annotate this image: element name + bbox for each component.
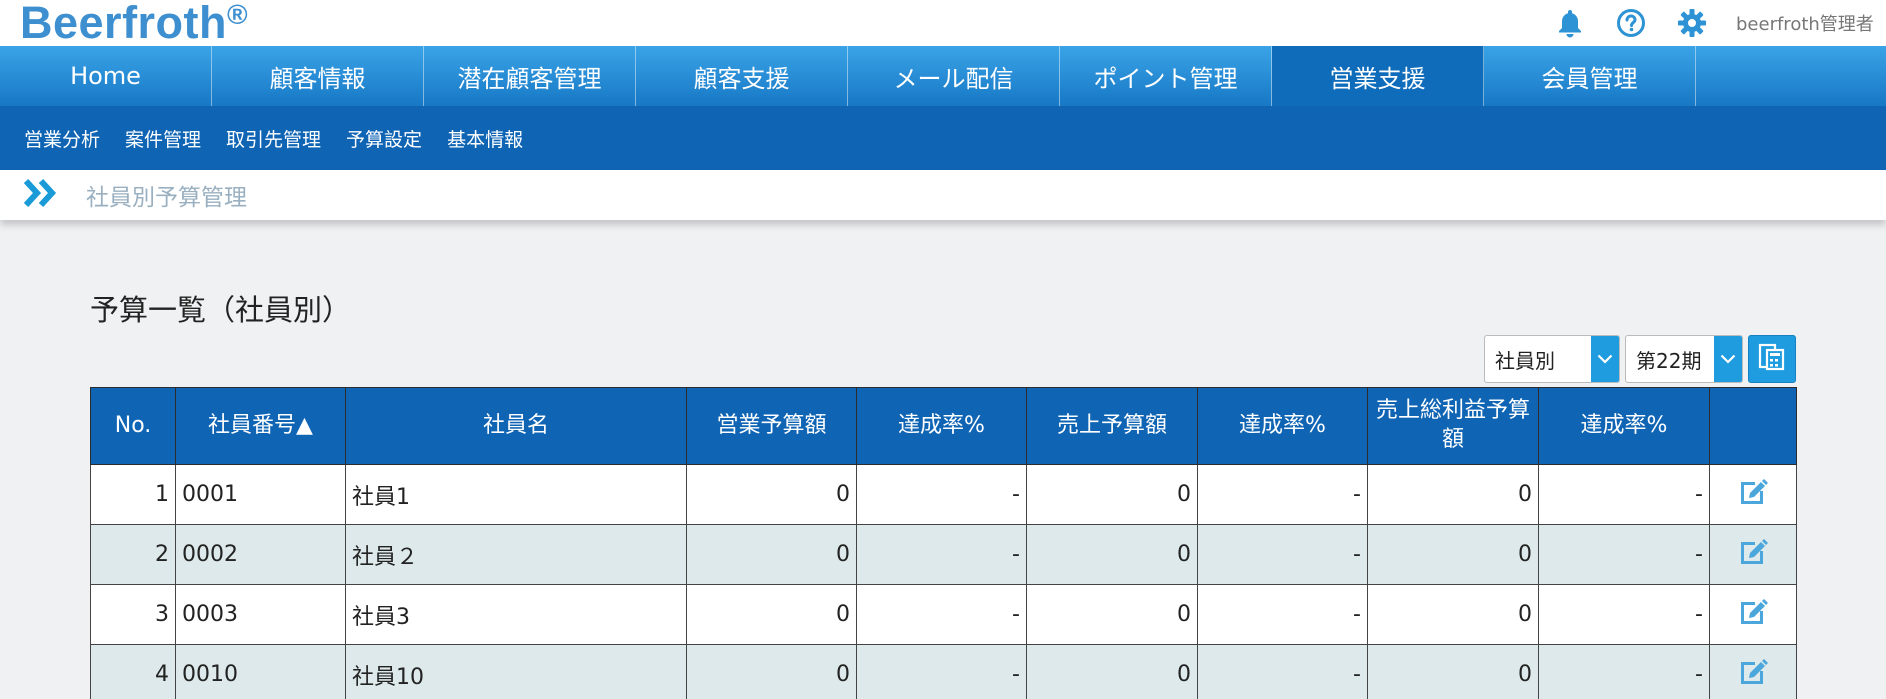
col-employee-name[interactable]: 社員名 [345,387,687,465]
edit-icon[interactable] [1737,596,1769,634]
cell-rate-3: - [1538,464,1710,525]
cell-sales-budget: 0 [686,464,857,525]
cell-revenue-budget: 0 [1026,524,1198,585]
subnav-budget-settings[interactable]: 予算設定 [346,125,422,152]
cell-rate-3: - [1538,584,1710,645]
top-bar: Beerfroth® beerfroth管理者 [0,0,1886,46]
cell-employee-number: 0002 [175,524,346,585]
table-row[interactable]: 4 0010 社員10 0 - 0 - 0 - [90,644,1797,699]
budget-table: No. 社員番号▲ 社員名 営業予算額 達成率% 売上予算額 達成率% 売上総利… [90,387,1797,699]
col-achievement-rate-2[interactable]: 達成率% [1197,387,1368,465]
edit-cell [1709,644,1797,699]
nav-customer-support[interactable]: 顧客支援 [636,46,848,106]
calculator-button[interactable] [1748,335,1796,383]
view-type-select[interactable]: 社員別 [1484,335,1620,383]
col-achievement-rate-3[interactable]: 達成率% [1538,387,1710,465]
nav-mail-delivery[interactable]: メール配信 [848,46,1060,106]
edit-icon[interactable] [1737,476,1769,514]
cell-sales-budget: 0 [686,644,857,699]
col-employee-number[interactable]: 社員番号▲ [175,387,346,465]
edit-cell [1709,464,1797,525]
table-row[interactable]: 2 0002 社員２ 0 - 0 - 0 - [90,524,1797,585]
cell-rate-2: - [1197,524,1368,585]
cell-rate-2: - [1197,644,1368,699]
cell-rate-1: - [856,524,1027,585]
cell-employee-name: 社員1 [345,464,687,525]
bell-icon[interactable] [1553,6,1587,40]
subnav-client-management[interactable]: 取引先管理 [226,125,321,152]
sub-nav: 営業分析 案件管理 取引先管理 予算設定 基本情報 [0,106,1886,170]
gear-icon[interactable] [1675,6,1709,40]
page-title: 社員別予算管理 [86,185,247,211]
table-header-row: No. 社員番号▲ 社員名 営業予算額 達成率% 売上予算額 達成率% 売上総利… [90,387,1797,465]
cell-employee-number: 0010 [175,644,346,699]
edit-cell [1709,524,1797,585]
cell-gross-profit-budget: 0 [1367,584,1539,645]
cell-no: 1 [90,464,176,525]
section-title: 予算一覧（社員別） [90,293,352,327]
cell-rate-2: - [1197,584,1368,645]
cell-rate-1: - [856,644,1027,699]
cell-employee-name: 社員3 [345,584,687,645]
user-name[interactable]: beerfroth管理者 [1736,10,1886,36]
subnav-basic-info[interactable]: 基本情報 [447,125,523,152]
table-row[interactable]: 3 0003 社員3 0 - 0 - 0 - [90,584,1797,645]
cell-gross-profit-budget: 0 [1367,644,1539,699]
breadcrumb: 社員別予算管理 [0,170,1886,220]
cell-rate-1: - [856,464,1027,525]
edit-icon[interactable] [1737,536,1769,574]
nav-member-management[interactable]: 会員管理 [1484,46,1696,106]
cell-rate-2: - [1197,464,1368,525]
cell-no: 3 [90,584,176,645]
filter-controls: 社員別 第22期 [1484,335,1796,383]
cell-employee-name: 社員２ [345,524,687,585]
cell-rate-1: - [856,584,1027,645]
cell-gross-profit-budget: 0 [1367,464,1539,525]
col-gross-profit-budget[interactable]: 売上総利益予算額 [1367,387,1539,465]
chevron-down-icon [1714,336,1742,382]
subnav-deal-management[interactable]: 案件管理 [125,125,201,152]
calculator-icon [1758,343,1786,375]
nav-customer-info[interactable]: 顧客情報 [212,46,424,106]
view-type-value: 社員別 [1495,348,1555,373]
cell-revenue-budget: 0 [1026,584,1198,645]
period-select[interactable]: 第22期 [1625,335,1743,383]
nav-home[interactable]: Home [0,46,212,106]
subnav-sales-analysis[interactable]: 営業分析 [24,125,100,152]
nav-prospect-management[interactable]: 潜在顧客管理 [424,46,636,106]
top-icons: beerfroth管理者 [1526,0,1886,46]
col-revenue-budget[interactable]: 売上予算額 [1026,387,1198,465]
col-achievement-rate-1[interactable]: 達成率% [856,387,1027,465]
table-row[interactable]: 1 0001 社員1 0 - 0 - 0 - [90,464,1797,525]
col-edit [1709,387,1797,465]
cell-employee-name: 社員10 [345,644,687,699]
cell-revenue-budget: 0 [1026,464,1198,525]
cell-sales-budget: 0 [686,524,857,585]
cell-revenue-budget: 0 [1026,644,1198,699]
cell-employee-number: 0003 [175,584,346,645]
help-icon[interactable] [1614,6,1648,40]
double-chevron-right-icon [23,178,60,212]
cell-rate-3: - [1538,644,1710,699]
period-value: 第22期 [1636,348,1702,373]
cell-employee-number: 0001 [175,464,346,525]
chevron-down-icon [1591,336,1619,382]
nav-sales-support[interactable]: 営業支援 [1272,46,1484,106]
main-nav: Home 顧客情報 潜在顧客管理 顧客支援 メール配信 ポイント管理 営業支援 … [0,46,1886,106]
col-sales-budget[interactable]: 営業予算額 [686,387,857,465]
cell-sales-budget: 0 [686,584,857,645]
cell-rate-3: - [1538,524,1710,585]
app-logo[interactable]: Beerfroth® [20,0,248,46]
edit-cell [1709,584,1797,645]
col-no[interactable]: No. [90,387,176,465]
cell-no: 4 [90,644,176,699]
cell-gross-profit-budget: 0 [1367,524,1539,585]
cell-no: 2 [90,524,176,585]
edit-icon[interactable] [1737,656,1769,694]
nav-point-management[interactable]: ポイント管理 [1060,46,1272,106]
